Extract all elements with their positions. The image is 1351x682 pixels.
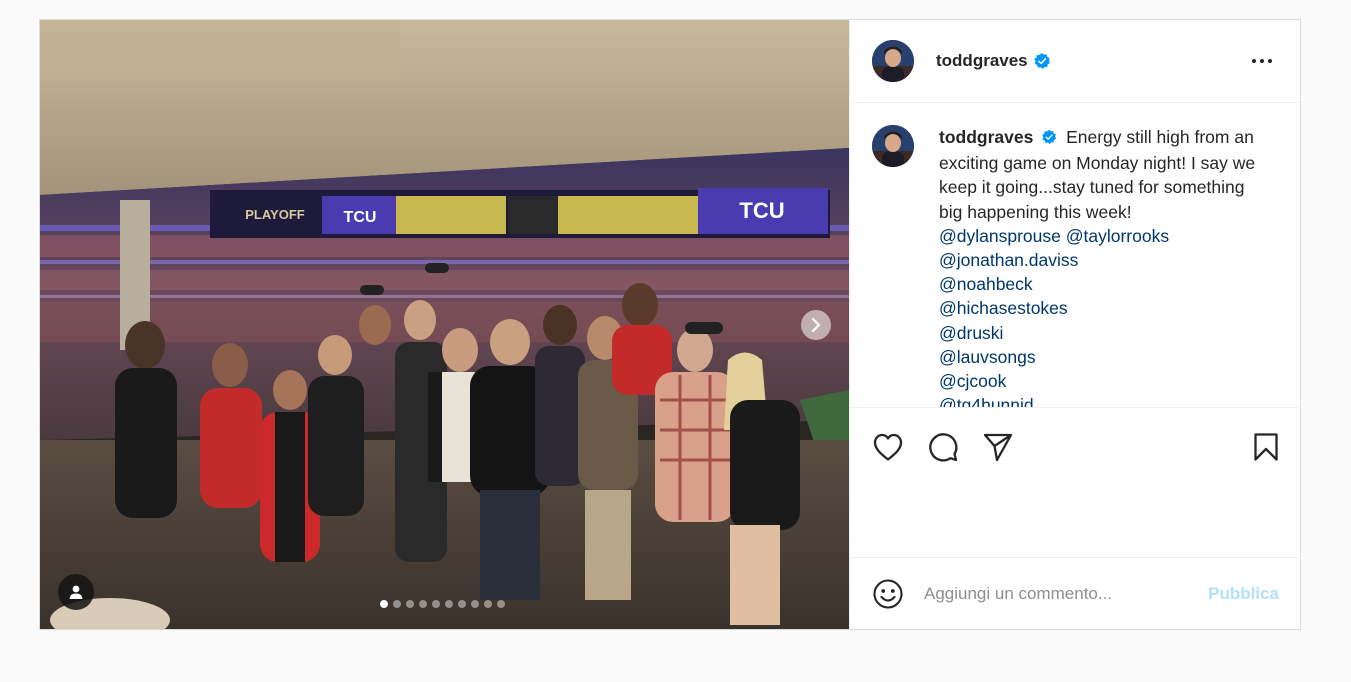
next-image-button[interactable] [801,310,831,340]
paper-plane-icon [983,433,1013,462]
svg-text:TCU: TCU [344,209,377,226]
smiley-icon [873,578,903,609]
caption-text: toddgraves Energy still high from an exc… [939,125,1259,407]
like-button[interactable] [872,432,904,462]
post-card: TCU TCU PLAYOFF toddgraves toddgraves En… [39,19,1301,630]
verified-badge-icon [1033,52,1051,70]
carousel-dot [497,600,505,608]
carousel-dot [471,600,479,608]
group-photo: TCU TCU PLAYOFF [40,20,849,629]
caption-avatar[interactable] [872,125,914,167]
mention-link[interactable]: @druski [939,321,1259,345]
bookmark-icon [1254,433,1278,461]
caption-scroll-area[interactable]: toddgraves Energy still high from an exc… [850,104,1301,408]
mention-link[interactable]: @lauvsongs [939,345,1259,369]
carousel-dot [432,600,440,608]
mention-link[interactable]: @dylansprouse [939,226,1061,246]
share-button[interactable] [982,432,1014,462]
mention-link[interactable]: @hichasestokes [939,296,1259,320]
post-header: toddgraves [850,20,1300,103]
carousel-dot [406,600,414,608]
user-icon [69,585,83,599]
comment-icon [929,433,958,462]
mention-link[interactable]: @taylorrooks [1066,226,1169,246]
carousel-dot [445,600,453,608]
verified-badge-icon [1041,127,1057,151]
save-button[interactable] [1253,432,1279,462]
dot-icon [1268,59,1272,63]
carousel-dot [484,600,492,608]
dot-icon [1252,59,1256,63]
mention-link[interactable]: @noahbeck [939,272,1259,296]
carousel-dot [380,600,388,608]
author-username[interactable]: toddgraves [936,51,1028,71]
post-media[interactable]: TCU TCU PLAYOFF [40,20,849,629]
comment-input[interactable] [924,583,1209,604]
mention-link[interactable]: @jonathan.daviss [939,248,1259,272]
profile-photo-icon [872,125,914,167]
carousel-dot [393,600,401,608]
svg-text:PLAYOFF: PLAYOFF [245,207,305,222]
publish-button[interactable]: Pubblica [1208,584,1279,604]
comment-composer: Pubblica [850,557,1301,629]
heart-icon [873,433,903,461]
action-bar [850,424,1301,470]
caption-username[interactable]: toddgraves [939,127,1033,147]
chevron-right-icon [811,318,821,332]
comment-button[interactable] [927,431,959,463]
mention-link[interactable]: @cjcook [939,369,1259,393]
avatar[interactable] [872,40,914,82]
emoji-button[interactable] [872,578,904,610]
tagged-users-button[interactable] [58,574,94,610]
profile-photo-icon [872,40,914,82]
svg-text:TCU: TCU [739,198,784,223]
carousel-dot [419,600,427,608]
mention-link[interactable]: @tg4hunnid [939,393,1259,407]
post-sidebar: toddgraves toddgraves Energy still high … [849,20,1301,629]
caption: toddgraves Energy still high from an exc… [850,104,1301,407]
more-options-button[interactable] [1248,55,1276,67]
carousel-indicator [380,600,505,608]
dot-icon [1260,59,1264,63]
carousel-dot [458,600,466,608]
